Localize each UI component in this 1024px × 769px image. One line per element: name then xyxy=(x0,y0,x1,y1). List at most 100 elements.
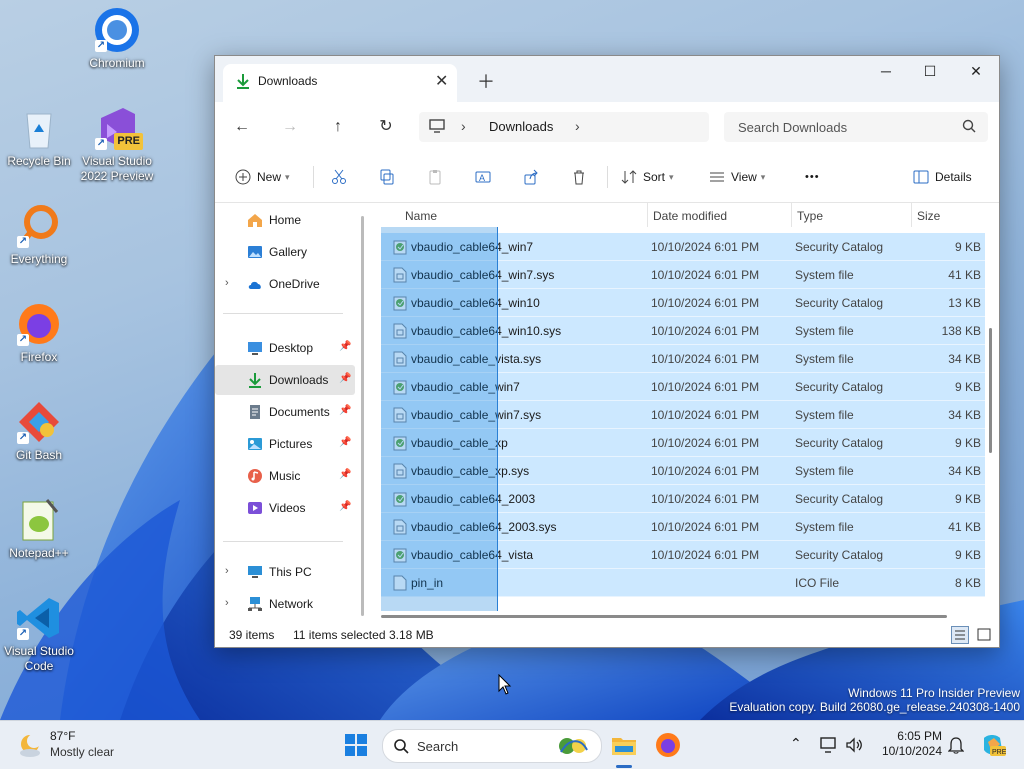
column-header-date[interactable]: Date modified xyxy=(653,209,727,223)
nav-item-network[interactable]: › Network xyxy=(215,589,355,619)
desktop-icon-everything[interactable]: ↗ Everything xyxy=(0,202,78,267)
selection-marquee xyxy=(381,227,498,611)
maximize-button[interactable]: ☐ xyxy=(907,56,953,86)
network-status-icon[interactable] xyxy=(820,736,838,754)
file-size: 9 KB xyxy=(954,436,981,450)
file-size: 41 KB xyxy=(948,268,981,282)
volume-icon[interactable] xyxy=(845,736,863,754)
vscode-icon: ↗ xyxy=(15,594,63,642)
cut-button[interactable] xyxy=(331,167,353,187)
file-date: 10/10/2024 6:01 PM xyxy=(651,240,760,254)
delete-button[interactable] xyxy=(571,167,593,187)
nav-pane-scrollbar[interactable] xyxy=(361,216,364,616)
everything-search-icon: ↗ xyxy=(15,202,63,250)
file-date: 10/10/2024 6:01 PM xyxy=(651,268,760,282)
column-header-type[interactable]: Type xyxy=(797,209,823,223)
desktop-icon-firefox[interactable]: ↗ Firefox xyxy=(0,300,78,365)
evaluation-watermark: Windows 11 Pro Insider Preview Evaluatio… xyxy=(729,686,1020,714)
sort-arrows-icon xyxy=(621,170,637,184)
chevron-right-icon[interactable]: › xyxy=(225,277,229,289)
column-header-name[interactable]: Name xyxy=(405,209,437,223)
forward-button[interactable]: → xyxy=(277,114,303,140)
address-bar[interactable]: › Downloads › xyxy=(419,112,709,142)
tab-downloads[interactable]: Downloads ✕ xyxy=(223,64,457,102)
breadcrumb-downloads[interactable]: Downloads xyxy=(489,119,553,134)
minimize-button[interactable]: ─ xyxy=(863,56,909,86)
taskbar-search[interactable]: Search xyxy=(382,729,602,763)
search-box[interactable]: Search Downloads xyxy=(724,112,988,142)
new-button[interactable]: New ▾ xyxy=(235,167,290,187)
file-date: 10/10/2024 6:01 PM xyxy=(651,408,760,422)
nav-item-music[interactable]: Music 📌 xyxy=(215,461,355,491)
desktop-icon-visual-studio[interactable]: PRE ↗ Visual Studio 2022 Preview xyxy=(78,104,156,184)
start-windows-icon[interactable] xyxy=(340,729,372,761)
details-label: Details xyxy=(935,170,972,184)
nav-item-videos[interactable]: Videos 📌 xyxy=(215,493,355,523)
share-button[interactable] xyxy=(523,167,545,187)
nav-label: Documents xyxy=(269,405,330,419)
nav-item-desktop[interactable]: Desktop 📌 xyxy=(215,333,355,363)
plus-circle-icon xyxy=(235,169,251,185)
chevron-right-icon[interactable]: › xyxy=(225,597,229,609)
view-lines-icon xyxy=(710,172,724,182)
file-list-vertical-scrollbar[interactable] xyxy=(989,328,992,453)
copy-button[interactable] xyxy=(379,167,401,187)
column-divider[interactable] xyxy=(647,203,648,227)
desktop-icon-notepadpp[interactable]: Notepad++ xyxy=(0,496,78,561)
sort-button[interactable]: Sort ▾ xyxy=(621,167,674,187)
breadcrumb-chevron-icon[interactable]: › xyxy=(575,118,580,134)
back-button[interactable]: ← xyxy=(229,114,255,140)
file-explorer-taskbar-icon[interactable] xyxy=(608,729,640,761)
show-hidden-icons-chevron-icon[interactable]: ⌃ xyxy=(790,735,802,752)
desktop-icon-recycle-bin[interactable]: Recycle Bin xyxy=(0,104,78,169)
view-button[interactable]: View ▾ xyxy=(709,167,765,187)
rename-button[interactable]: A xyxy=(475,167,497,187)
nav-item-this-pc[interactable]: › This PC xyxy=(215,557,355,587)
close-window-button[interactable]: ✕ xyxy=(953,56,999,86)
system-clock[interactable]: 6:05 PM 10/10/2024 xyxy=(872,729,942,759)
paste-button[interactable] xyxy=(427,167,449,187)
desktop-icon-label: Visual Studio Code xyxy=(4,644,74,673)
desktop-icon-vscode[interactable]: ↗ Visual Studio Code xyxy=(0,594,78,674)
clock-date: 10/10/2024 xyxy=(881,744,942,758)
desktop-icon-git-bash[interactable]: ↗ Git Bash xyxy=(0,398,78,463)
rename-icon: A xyxy=(475,171,491,183)
details-pane-button[interactable]: Details xyxy=(913,167,972,187)
nav-item-gallery[interactable]: Gallery xyxy=(215,237,355,267)
tiles-view-icon[interactable] xyxy=(975,626,993,644)
notification-bell-icon[interactable] xyxy=(948,736,964,754)
nav-item-home[interactable]: Home xyxy=(215,205,355,235)
details-view-icon[interactable] xyxy=(951,626,969,644)
nav-label: Pictures xyxy=(269,437,313,451)
new-tab-button[interactable]: ＋ xyxy=(477,68,495,94)
share-icon xyxy=(524,169,538,185)
refresh-button[interactable]: ↻ xyxy=(373,114,399,140)
onedrive-cloud-icon xyxy=(248,281,261,289)
file-size: 34 KB xyxy=(948,408,981,422)
breadcrumb-chevron-icon[interactable]: › xyxy=(461,118,466,134)
firefox-taskbar-icon[interactable] xyxy=(652,729,684,761)
file-size: 34 KB xyxy=(948,352,981,366)
nav-label: Gallery xyxy=(269,245,308,259)
close-tab-icon[interactable]: ✕ xyxy=(435,71,448,91)
column-divider[interactable] xyxy=(791,203,792,227)
copilot-preview-icon[interactable]: PRE xyxy=(980,732,1006,758)
chevron-down-icon: ▾ xyxy=(760,171,766,182)
nav-item-pictures[interactable]: Pictures 📌 xyxy=(215,429,355,459)
git-bash-icon: ↗ xyxy=(15,398,63,446)
desktop-icon-chromium[interactable]: ↗ Chromium xyxy=(78,6,156,71)
column-divider[interactable] xyxy=(911,203,912,227)
nav-label: Downloads xyxy=(269,373,329,387)
nav-item-onedrive[interactable]: › OneDrive xyxy=(215,269,355,299)
selected-size: 3.18 MB xyxy=(389,628,434,642)
up-button[interactable]: ↑ xyxy=(325,114,351,140)
chevron-down-icon: ▾ xyxy=(669,171,674,182)
nav-item-downloads[interactable]: Downloads 📌 xyxy=(215,365,355,395)
nav-item-documents[interactable]: Documents 📌 xyxy=(215,397,355,427)
more-options-button[interactable]: ••• xyxy=(805,167,820,187)
column-header-size[interactable]: Size xyxy=(917,209,940,223)
file-list-horizontal-scrollbar[interactable] xyxy=(381,615,947,618)
svg-text:PRE: PRE xyxy=(992,749,1006,756)
chevron-right-icon[interactable]: › xyxy=(225,565,229,577)
this-pc-icon xyxy=(248,566,262,578)
